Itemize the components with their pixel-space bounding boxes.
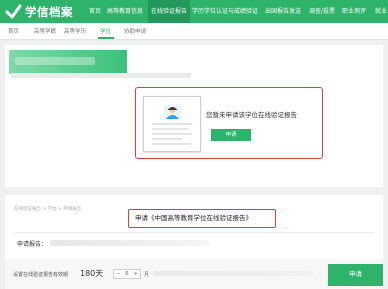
nav-item-higher-education-info[interactable]: 高等教育信息 bbox=[107, 6, 143, 17]
page-root: 学信档案 首页 高等教育信息 在线验证报告 学历学位认证与成绩验证 出国报告发送… bbox=[0, 0, 388, 289]
subnav-item-academic-record[interactable]: 高等学历 bbox=[64, 27, 86, 35]
months-unit: 月 bbox=[144, 272, 150, 278]
report-label: 申请报告： bbox=[17, 241, 48, 248]
decrement-button[interactable]: − bbox=[116, 270, 120, 278]
apply-report-button[interactable]: 申请 bbox=[211, 129, 251, 141]
subnav-item-student-status[interactable]: 高等学籍 bbox=[34, 27, 56, 35]
no-report-message: 您暂未申请该学位在线验证报告 bbox=[206, 111, 297, 119]
document-line bbox=[152, 128, 188, 130]
nav-item-overseas-report[interactable]: 出国报告发送 bbox=[265, 6, 301, 17]
document-line bbox=[152, 133, 192, 135]
validity-period-bar: 设置在线验证报告有效期 180天 − 6 + 月 申请 bbox=[5, 259, 383, 289]
document-line bbox=[152, 123, 192, 125]
nav-item-career-assessment[interactable]: 职业测评 bbox=[342, 6, 366, 17]
validity-period-value: 180天 bbox=[80, 269, 104, 278]
report-document-illustration bbox=[143, 96, 201, 152]
validity-months-stepper[interactable]: − 6 + bbox=[113, 269, 141, 279]
blurred-banner-text bbox=[15, 57, 95, 65]
blurred-subtext bbox=[11, 73, 191, 78]
document-line bbox=[152, 143, 190, 145]
no-report-card: 您暂未申请该学位在线验证报告 申请 bbox=[135, 87, 323, 159]
logo-checkmark-icon bbox=[5, 4, 22, 19]
top-navigation-bar: 学信档案 首页 高等教育信息 在线验证报告 学历学位认证与成绩验证 出国报告发送… bbox=[0, 0, 388, 23]
blurred-banner bbox=[9, 50, 127, 74]
breadcrumb: 在线验证报告 > 学位 > 申请报告 bbox=[14, 207, 82, 212]
logo[interactable]: 学信档案 bbox=[5, 3, 73, 20]
nav-item-home[interactable]: 首页 bbox=[89, 6, 101, 17]
months-value[interactable]: 6 bbox=[125, 270, 128, 278]
apply-form-title: 申请《中国高等教育学位在线验证报告》 bbox=[128, 209, 276, 228]
subnav-item-degree[interactable]: 学位 bbox=[100, 27, 111, 35]
validity-period-label: 设置在线验证报告有效期 bbox=[13, 272, 69, 278]
nav-item-employment[interactable]: 就业 bbox=[375, 6, 387, 17]
logo-text: 学信档案 bbox=[25, 4, 73, 19]
active-tab-indicator bbox=[98, 37, 114, 39]
subnav-item-assist-application[interactable]: 协助申请 bbox=[124, 27, 146, 35]
sub-navigation-bar: 首页 高等学籍 高等学历 学位 协助申请 bbox=[0, 23, 388, 40]
document-line bbox=[152, 138, 182, 140]
nav-item-degree-certification[interactable]: 学历学位认证与成绩验证 bbox=[192, 6, 258, 17]
nav-item-survey-vote[interactable]: 调查/投票 bbox=[309, 6, 335, 17]
submit-apply-button[interactable]: 申请 bbox=[328, 264, 383, 286]
subnav-item-home[interactable]: 首页 bbox=[8, 27, 19, 35]
person-avatar-icon bbox=[164, 105, 181, 119]
blurred-report-name bbox=[50, 240, 210, 246]
blurred-notice-text bbox=[153, 271, 313, 276]
report-status-panel: 您暂未申请该学位在线验证报告 申请 bbox=[5, 45, 383, 187]
nav-item-online-verification-report[interactable]: 在线验证报告 bbox=[148, 0, 191, 23]
divider bbox=[14, 232, 374, 233]
increment-button[interactable]: + bbox=[134, 270, 138, 278]
